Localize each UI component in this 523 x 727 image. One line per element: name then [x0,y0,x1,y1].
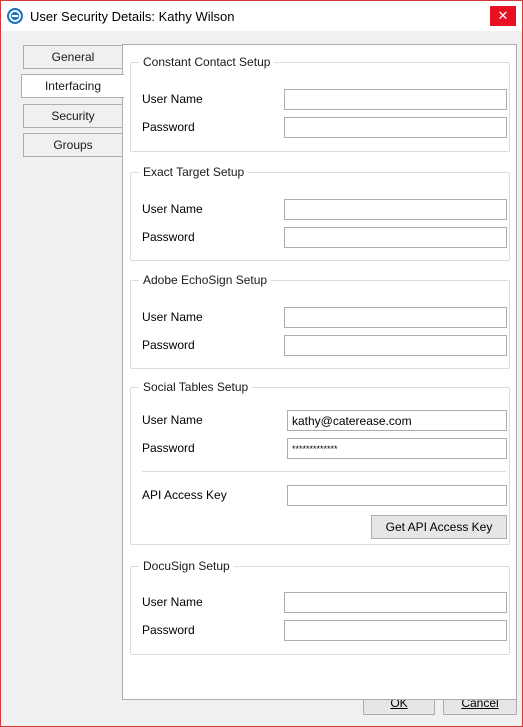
constant-contact-user-name-input[interactable] [284,89,507,110]
tab-groups[interactable]: Groups [23,133,123,157]
adobe-echosign-user-name-input[interactable] [284,307,507,328]
docusign-title: DocuSign Setup [139,559,234,573]
exact-target-password-label: Password [142,230,195,244]
social-tables-group: Social Tables Setup User Name Password A… [130,380,510,545]
docusign-user-name-label: User Name [142,595,203,609]
adobe-echosign-user-name-label: User Name [142,310,203,324]
constant-contact-user-name-label: User Name [142,92,203,106]
social-tables-title: Social Tables Setup [139,380,253,394]
get-api-access-key-button[interactable]: Get API Access Key [371,515,507,539]
social-tables-user-name-input[interactable] [287,410,507,431]
social-tables-password-label: Password [142,441,195,455]
exact-target-user-name-input[interactable] [284,199,507,220]
exact-target-user-name-label: User Name [142,202,203,216]
adobe-echosign-title: Adobe EchoSign Setup [139,273,272,287]
close-button[interactable]: ✕ [490,6,516,26]
docusign-password-label: Password [142,623,195,637]
user-security-dialog: User Security Details: Kathy Wilson ✕ Ge… [0,0,523,727]
docusign-user-name-input[interactable] [284,592,507,613]
social-tables-api-key-label: API Access Key [142,488,227,502]
adobe-echosign-password-label: Password [142,338,195,352]
tab-general[interactable]: General [23,45,123,69]
docusign-group: DocuSign Setup User Name Password [130,559,510,655]
adobe-echosign-group: Adobe EchoSign Setup User Name Password [130,273,510,369]
constant-contact-password-label: Password [142,120,195,134]
title-bar[interactable]: User Security Details: Kathy Wilson ✕ [1,1,522,31]
caterease-logo-icon [7,8,23,24]
constant-contact-password-input[interactable] [284,117,507,138]
social-tables-user-name-label: User Name [142,413,203,427]
adobe-echosign-password-input[interactable] [284,335,507,356]
exact-target-title: Exact Target Setup [139,165,249,179]
exact-target-password-input[interactable] [284,227,507,248]
window-title: User Security Details: Kathy Wilson [30,9,235,24]
social-tables-api-key-input[interactable] [287,485,507,506]
tab-interfacing[interactable]: Interfacing [21,74,124,98]
social-tables-divider [142,471,506,472]
exact-target-group: Exact Target Setup User Name Password [130,165,510,261]
interfacing-panel: Constant Contact Setup User Name Passwor… [122,44,517,700]
social-tables-password-input[interactable] [287,438,507,459]
docusign-password-input[interactable] [284,620,507,641]
tab-security[interactable]: Security [23,104,123,128]
dialog-client-area: General Interfacing Security Groups Cons… [1,31,522,726]
constant-contact-title: Constant Contact Setup [139,55,275,69]
constant-contact-group: Constant Contact Setup User Name Passwor… [130,55,510,152]
close-icon: ✕ [497,8,509,23]
